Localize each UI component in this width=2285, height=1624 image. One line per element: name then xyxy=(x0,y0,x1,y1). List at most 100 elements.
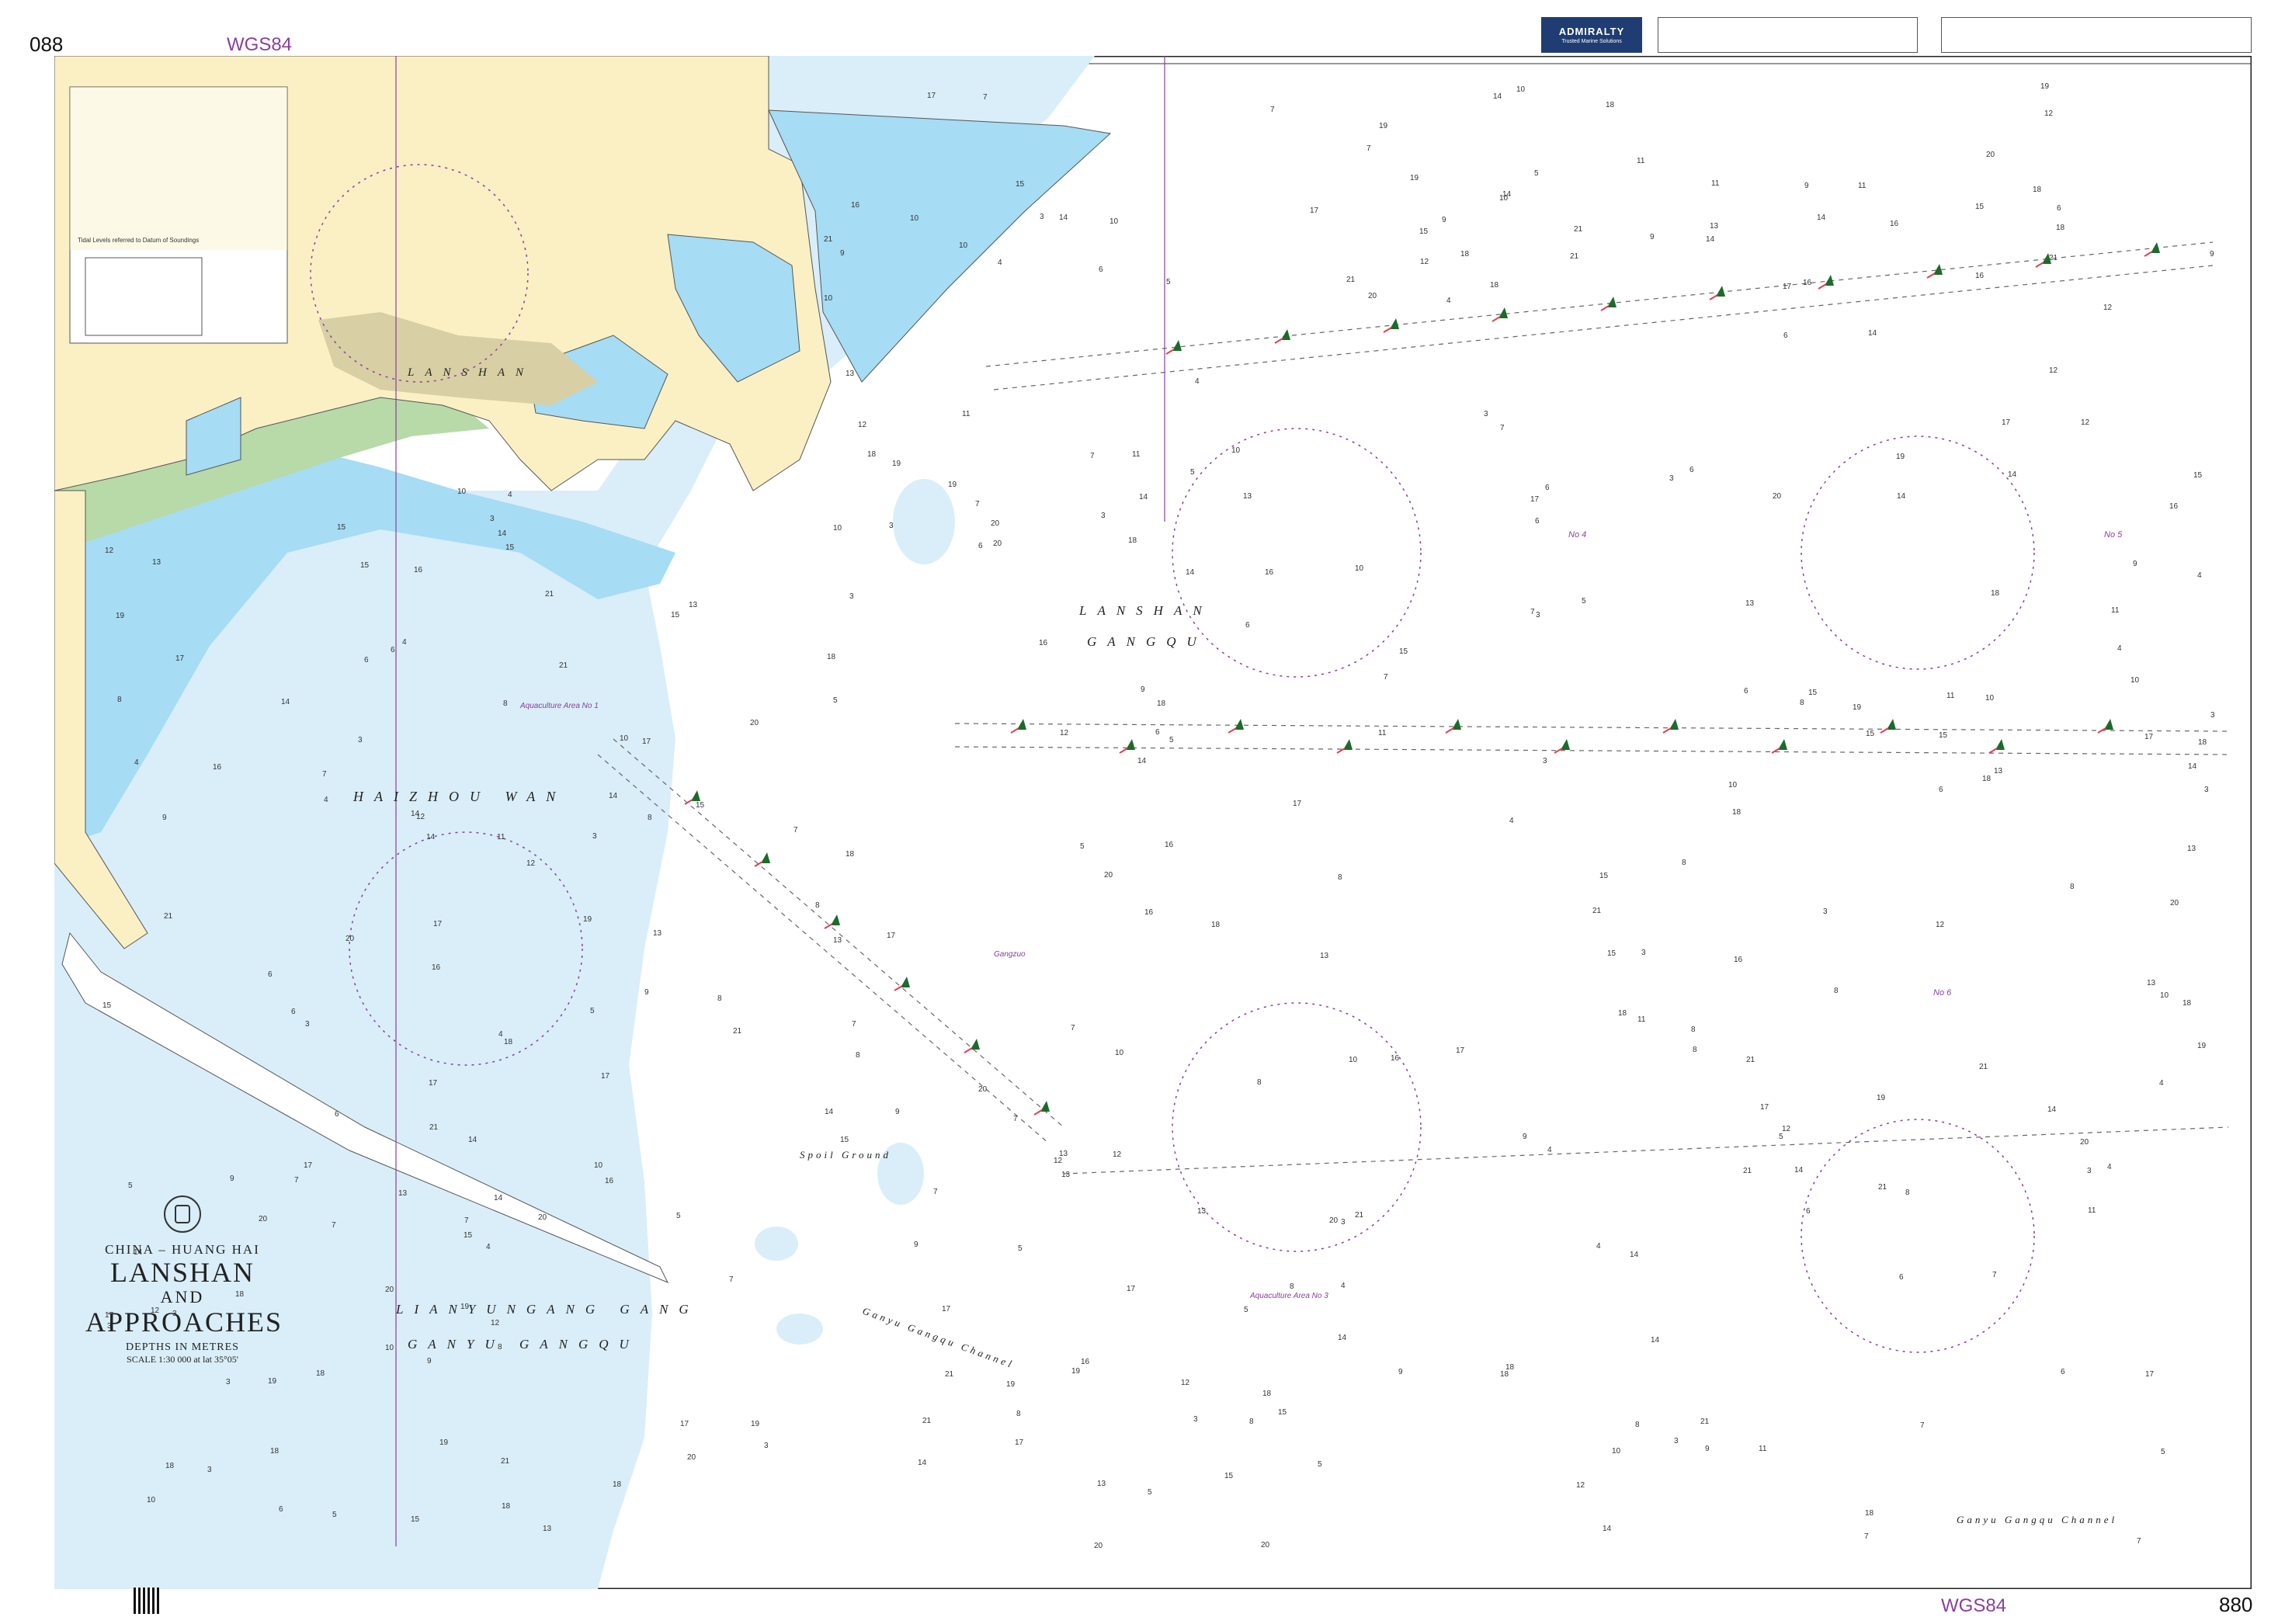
sounding: 18 xyxy=(1211,921,1221,929)
sounding: 12 xyxy=(1576,1481,1585,1490)
sounding: 3 xyxy=(764,1442,769,1450)
sounding: 10 xyxy=(959,241,968,250)
sounding: 14 xyxy=(1338,1334,1347,1342)
sounding: 17 xyxy=(1310,206,1319,215)
sounding: 19 xyxy=(439,1438,449,1447)
sounding: 18 xyxy=(1865,1509,1874,1518)
sounding: 17 xyxy=(304,1161,313,1170)
sounding: 6 xyxy=(364,656,369,665)
sounding: 11 xyxy=(1946,692,1955,700)
sounding: 21 xyxy=(922,1417,932,1425)
sounding: 21 xyxy=(1346,276,1356,284)
sounding: 15 xyxy=(464,1231,473,1240)
sounding: 10 xyxy=(824,294,833,303)
sounding: 19 xyxy=(1853,703,1862,712)
sounding: 14 xyxy=(1186,568,1195,577)
sounding: 18 xyxy=(1490,281,1499,290)
sounding: 21 xyxy=(1570,252,1579,261)
sounding: 17 xyxy=(1783,283,1792,291)
sounding: 21 xyxy=(824,235,833,244)
sounding: 15 xyxy=(1939,731,1948,740)
sounding: 9 xyxy=(1705,1445,1710,1453)
sounding: 3 xyxy=(207,1466,212,1474)
sounding: 9 xyxy=(840,249,845,258)
sounding: 4 xyxy=(1509,817,1514,825)
sounding: 6 xyxy=(1744,687,1748,696)
sounding: 15 xyxy=(1866,730,1875,738)
sounding: 5 xyxy=(1244,1306,1248,1314)
datum-label-bottom: WGS84 xyxy=(1941,1595,2007,1616)
sounding: 20 xyxy=(1986,151,1995,159)
sounding: 5 xyxy=(2161,1448,2165,1456)
sounding: 6 xyxy=(1806,1207,1811,1216)
sounding: 5 xyxy=(1018,1244,1023,1253)
sounding: 13 xyxy=(1710,222,1719,231)
sounding: 17 xyxy=(1760,1103,1769,1112)
sounding: 9 xyxy=(1141,685,1145,694)
sounding: 6 xyxy=(2057,204,2061,213)
sounding: 8 xyxy=(1905,1189,1910,1197)
label-ganyu-gangqu: GANYU GANGQU xyxy=(408,1337,640,1352)
sounding: 14 xyxy=(281,698,290,706)
sounding: 6 xyxy=(1545,484,1550,492)
sounding: 12 xyxy=(2049,366,2058,375)
sounding: 16 xyxy=(1144,908,1154,917)
sounding: 15 xyxy=(696,801,705,810)
sounding: 14 xyxy=(825,1108,834,1116)
sounding: 8 xyxy=(117,696,122,704)
sounding: 12 xyxy=(1060,729,1069,737)
sounding: 4 xyxy=(1341,1282,1346,1290)
sounding: 21 xyxy=(945,1370,954,1379)
sounding: 13 xyxy=(398,1189,408,1198)
label-haizhou-wan: HAIZHOU WAN xyxy=(352,789,566,804)
sounding: 4 xyxy=(402,638,407,647)
sounding: 15 xyxy=(360,561,370,570)
sounding: 20 xyxy=(2170,899,2179,907)
sounding: 20 xyxy=(991,519,1000,528)
sounding: 20 xyxy=(346,935,355,943)
sounding: 7 xyxy=(2137,1537,2141,1546)
sounding: 8 xyxy=(648,814,652,822)
sounding: 16 xyxy=(414,566,423,574)
sounding: 14 xyxy=(498,529,507,538)
sounding: 7 xyxy=(1270,106,1275,114)
sounding: 6 xyxy=(1899,1273,1904,1282)
sounding: 10 xyxy=(1516,85,1526,94)
sounding: 14 xyxy=(426,833,436,841)
sounding: 7 xyxy=(1090,452,1095,460)
sounding: 10 xyxy=(2130,676,2140,685)
sounding: 13 xyxy=(152,558,161,567)
sounding: 3 xyxy=(490,515,495,523)
sounding: 14 xyxy=(1897,492,1906,501)
sounding: 11 xyxy=(1711,179,1720,188)
sounding: 5 xyxy=(1534,169,1539,178)
sounding: 11 xyxy=(2111,606,2120,615)
inset-map xyxy=(70,87,287,250)
nautical-chart-map[interactable]: 16 10 19 7 10 17 17 3 3 8 17 18 16 13 18 18 7 18 14 20 9 6 12 1… xyxy=(54,56,2252,1589)
sounding: 18 xyxy=(504,1038,513,1046)
sounding: 15 xyxy=(1419,227,1429,236)
sounding: 13 xyxy=(1197,1207,1207,1216)
sounding: 11 xyxy=(1759,1445,1767,1453)
sounding: 10 xyxy=(147,1496,156,1504)
sounding: 13 xyxy=(689,601,698,609)
sounding: 14 xyxy=(2047,1105,2057,1114)
sounding: 20 xyxy=(385,1286,394,1294)
sounding: 18 xyxy=(270,1447,280,1456)
sounding: 7 xyxy=(332,1221,336,1230)
sounding: 14 xyxy=(1139,493,1148,501)
sounding: 4 xyxy=(324,796,328,804)
sounding: 20 xyxy=(687,1453,696,1462)
sounding: 13 xyxy=(1243,492,1252,501)
sounding: 17 xyxy=(1293,800,1302,808)
sounding: 18 xyxy=(165,1462,175,1470)
label-anchorage-5: No 5 xyxy=(2104,530,2123,540)
sounding: 15 xyxy=(840,1136,849,1144)
sounding: 20 xyxy=(538,1213,547,1222)
sounding: 17 xyxy=(1456,1046,1465,1055)
sounding: 6 xyxy=(1939,786,1943,794)
sounding: 16 xyxy=(1165,841,1174,849)
sounding: 7 xyxy=(729,1275,734,1284)
sounding: 17 xyxy=(927,92,936,100)
sounding: 13 xyxy=(1061,1171,1071,1179)
